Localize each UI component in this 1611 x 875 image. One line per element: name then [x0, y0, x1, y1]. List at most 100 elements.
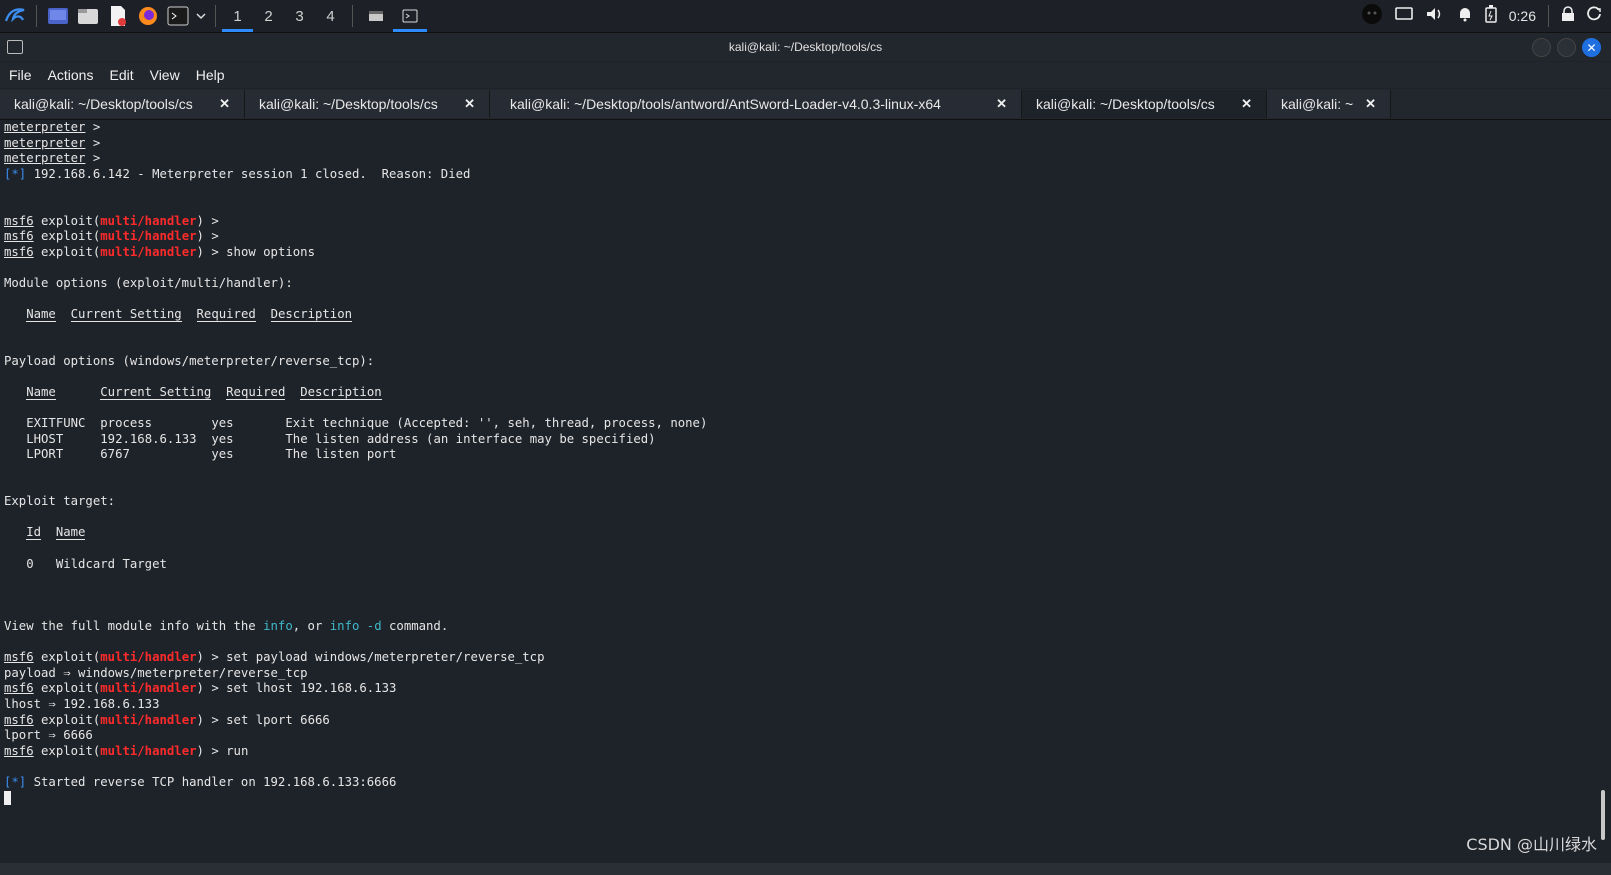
text-editor-icon[interactable]: [103, 1, 133, 31]
watermark: CSDN @山川绿水: [1466, 835, 1597, 854]
clock[interactable]: 0:26: [1509, 8, 1536, 24]
terminal-line: [*] 192.168.6.142 - Meterpreter session …: [4, 166, 471, 181]
module-options-header: Module options (exploit/multi/handler):: [4, 275, 293, 290]
taskbar-terminal-button[interactable]: [393, 0, 427, 32]
tab-close-icon[interactable]: ✕: [464, 96, 475, 112]
msf-prompt: msf6 exploit(multi/handler) > set payloa…: [4, 650, 545, 665]
volume-icon[interactable]: [1425, 6, 1445, 26]
tab-bar: kali@kali: ~/Desktop/tools/cs ✕ kali@kal…: [0, 89, 1611, 120]
menu-edit[interactable]: Edit: [100, 67, 140, 83]
terminal-line: [*] Started reverse TCP handler on 192.1…: [4, 774, 397, 789]
system-tray: 0:26: [1361, 0, 1603, 32]
tab-close-icon[interactable]: ✕: [996, 96, 1007, 112]
bottom-strip: [0, 863, 1611, 875]
payload-option-row: LPORT 6767 yes The listen port: [26, 447, 397, 462]
msf-prompt: msf6 exploit(multi/handler) >: [4, 213, 219, 228]
workspace-1[interactable]: 1: [222, 0, 253, 32]
exploit-target-columns: Id Name: [26, 525, 86, 541]
tab-label: kali@kali: ~/Desktop/tools/cs: [14, 96, 193, 112]
menu-file[interactable]: File: [0, 67, 39, 83]
close-button[interactable]: ✕: [1582, 38, 1601, 57]
firefox-icon[interactable]: [133, 1, 163, 31]
tab-1[interactable]: kali@kali: ~/Desktop/tools/cs ✕: [0, 90, 245, 118]
kali-menu-icon[interactable]: [0, 1, 30, 31]
window-menu-icon[interactable]: [7, 40, 23, 54]
terminal-line: meterpreter >: [4, 135, 101, 150]
workspace-2[interactable]: 2: [253, 0, 284, 32]
maximize-button[interactable]: [1557, 38, 1576, 57]
msf-prompt: msf6 exploit(multi/handler) >: [4, 229, 219, 244]
file-manager-icon[interactable]: [73, 1, 103, 31]
msf-prompt: msf6 exploit(multi/handler) > set lhost …: [4, 681, 397, 696]
payload-option-row: EXITFUNC process yes Exit technique (Acc…: [26, 416, 708, 431]
scrollbar-thumb[interactable]: [1601, 790, 1605, 840]
payload-option-row: LHOST 192.168.6.133 yes The listen addre…: [26, 431, 656, 446]
top-panel: 1 2 3 4 0:26: [0, 0, 1611, 33]
terminal-line: meterpreter >: [4, 120, 101, 134]
payload-options-header: Payload options (windows/meterpreter/rev…: [4, 353, 375, 368]
desktop-icon[interactable]: [43, 1, 73, 31]
panel-separator: [352, 5, 353, 27]
minimize-button[interactable]: [1532, 38, 1551, 57]
msf-prompt: msf6 exploit(multi/handler) > run: [4, 743, 249, 758]
tab-close-icon[interactable]: ✕: [1241, 96, 1252, 112]
tab-close-icon[interactable]: ✕: [219, 96, 230, 112]
panel-separator: [215, 5, 216, 27]
workspace-3[interactable]: 3: [284, 0, 315, 32]
msf-prompt: msf6 exploit(multi/handler) > set lport …: [4, 712, 330, 727]
tab-label: kali@kali: ~/Desktop/tools/antword/AntSw…: [510, 96, 941, 112]
tab-2[interactable]: kali@kali: ~/Desktop/tools/cs ✕: [245, 90, 490, 118]
tab-3[interactable]: kali@kali: ~/Desktop/tools/antword/AntSw…: [490, 90, 1022, 118]
lock-icon[interactable]: [1561, 6, 1575, 26]
menu-view[interactable]: View: [141, 67, 187, 83]
taskbar-window-button[interactable]: [359, 0, 393, 32]
exploit-target-row: 0 Wildcard Target: [26, 556, 167, 571]
msf-prompt: msf6 exploit(multi/handler) > show optio…: [4, 244, 315, 259]
menu-help[interactable]: Help: [187, 67, 232, 83]
tab-label: kali@kali: ~: [1281, 96, 1354, 112]
window-title: kali@kali: ~/Desktop/tools/cs: [728, 40, 883, 54]
terminal-line: lport ⇒ 6666: [4, 728, 93, 743]
tab-label: kali@kali: ~/Desktop/tools/cs: [259, 96, 438, 112]
terminal-line: payload ⇒ windows/meterpreter/reverse_tc…: [4, 665, 308, 680]
terminal-scrollbar[interactable]: [1597, 120, 1605, 860]
terminal-line: meterpreter >: [4, 151, 101, 166]
tab-label: kali@kali: ~/Desktop/tools/cs: [1036, 96, 1215, 112]
power-icon[interactable]: [1587, 6, 1603, 26]
notification-icon[interactable]: [1457, 6, 1473, 26]
tab-4[interactable]: kali@kali: ~/Desktop/tools/cs ✕: [1022, 90, 1267, 118]
battery-icon[interactable]: [1485, 5, 1497, 27]
user-avatar-icon[interactable]: [1361, 3, 1383, 29]
dropdown-icon[interactable]: [193, 1, 209, 31]
tab-5[interactable]: kali@kali: ~ ✕: [1267, 90, 1391, 118]
payload-options-columns: Name Current Setting Required Descriptio…: [26, 385, 382, 401]
terminal-output[interactable]: meterpreter > meterpreter > meterpreter …: [0, 120, 1596, 860]
terminal-line[interactable]: [4, 791, 1596, 807]
tab-close-icon[interactable]: ✕: [1365, 96, 1376, 112]
terminal-icon[interactable]: [163, 1, 193, 31]
menu-actions[interactable]: Actions: [39, 67, 101, 83]
module-options-columns: Name Current Setting Required Descriptio…: [26, 307, 353, 323]
menu-bar: File Actions Edit View Help: [0, 62, 1611, 88]
window-titlebar[interactable]: kali@kali: ~/Desktop/tools/cs ✕: [0, 33, 1611, 61]
workspace-4[interactable]: 4: [315, 0, 346, 32]
display-icon[interactable]: [1394, 6, 1413, 26]
exploit-target-header: Exploit target:: [4, 494, 116, 509]
